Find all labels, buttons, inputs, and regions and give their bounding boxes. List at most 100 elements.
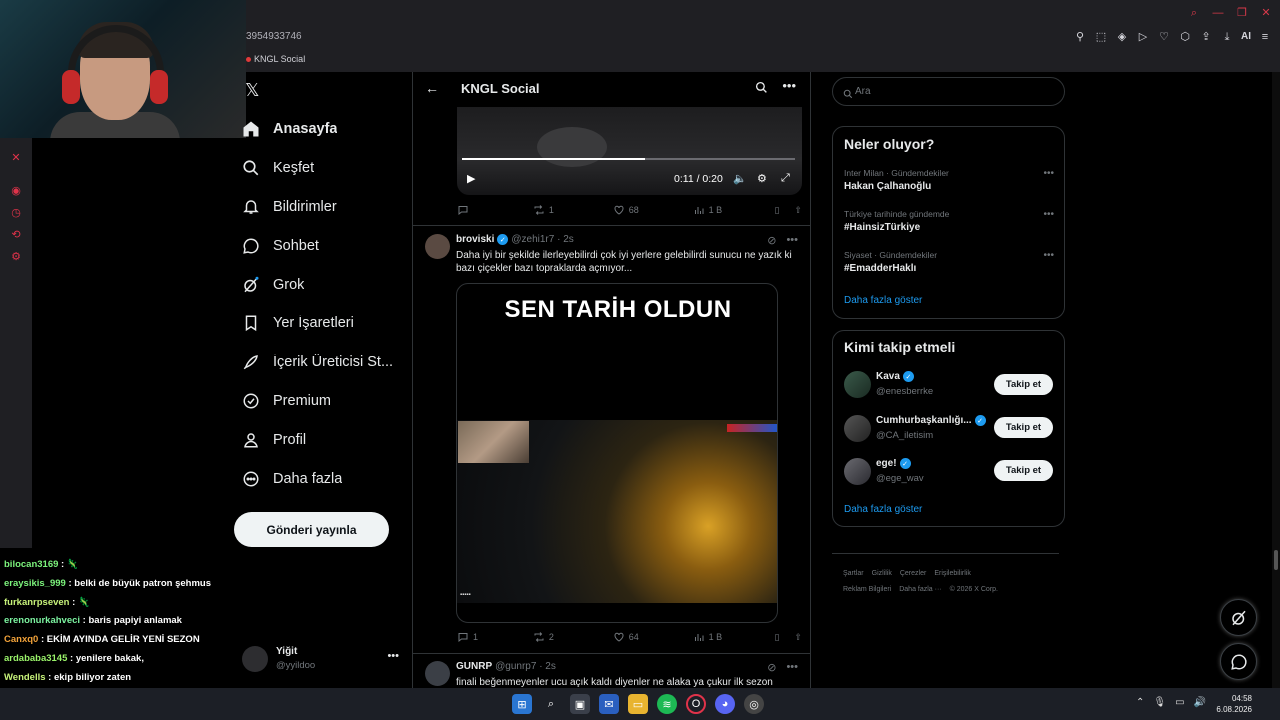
chevron-up-icon[interactable]: ⌃ — [1136, 697, 1144, 708]
active-tab[interactable]: KNGL Social — [246, 54, 305, 64]
minimize-icon[interactable]: — — [1212, 7, 1224, 19]
shield-icon[interactable]: ◈ — [1115, 30, 1129, 44]
footer-link[interactable]: Erişilebilirlik — [934, 570, 971, 577]
more-icon[interactable]: ••• — [786, 234, 798, 247]
footer-link[interactable]: Şartlar — [843, 570, 864, 577]
footer-link[interactable]: Reklam Bilgileri — [843, 586, 891, 593]
history-icon[interactable]: ◷ — [10, 207, 22, 219]
search-icon[interactable]: ⌕ — [541, 694, 561, 714]
footer-link[interactable]: Çerezler — [900, 570, 926, 577]
grok-icon[interactable]: ⊘ — [767, 234, 776, 247]
search-icon[interactable] — [755, 81, 768, 99]
like-button[interactable]: 68 — [613, 204, 693, 216]
video-player[interactable]: ▶ 0:11 / 0:20 🔈 ⚙ ⤢ — [457, 107, 802, 195]
reply-button[interactable] — [457, 204, 533, 216]
discord-icon[interactable]: ◕ — [715, 694, 735, 714]
account-switcher[interactable]: Yiğit @yyildoo ••• — [242, 644, 407, 674]
like-button[interactable]: 64 — [613, 631, 693, 643]
bookmark-icon[interactable]: ▯ — [775, 632, 795, 643]
footer-link[interactable]: Daha fazla ··· — [899, 586, 941, 593]
volume-icon[interactable]: 🔈 — [733, 172, 747, 185]
nav-item-explore[interactable]: Keşfet — [238, 149, 408, 188]
nav-item-home[interactable]: Anasayfa — [238, 110, 408, 149]
page-scrollbar[interactable] — [1272, 72, 1280, 688]
settings-icon[interactable]: ⚙ — [757, 172, 767, 185]
mic-icon[interactable]: 🎙 — [1153, 697, 1166, 708]
scrollbar-thumb[interactable] — [1274, 550, 1278, 570]
views-button[interactable]: 1 B — [693, 631, 775, 643]
follow-name[interactable]: ege! ✓ — [876, 458, 911, 469]
follow-button[interactable]: Takip et — [994, 460, 1053, 481]
taskbar-clock[interactable]: 04:58 6.08.2026 — [1214, 693, 1252, 715]
follow-name[interactable]: Kava ✓ — [876, 371, 914, 382]
nav-item-bookmarks[interactable]: Yer İşaretleri — [238, 304, 408, 343]
extensions-icon[interactable]: ⬡ — [1178, 30, 1192, 44]
follow-button[interactable]: Takip et — [994, 417, 1053, 438]
pin-icon[interactable]: ⚲ — [1073, 30, 1087, 44]
bookmark-icon[interactable]: ▯ — [775, 205, 795, 216]
share-icon[interactable]: ⇧ — [794, 632, 802, 643]
spotify-icon[interactable]: ≋ — [657, 694, 677, 714]
trend-item[interactable]: #HainsizTürkiye — [844, 222, 920, 233]
follow-name[interactable]: Cumhurbaşkanlığı... ✓ — [876, 415, 986, 426]
avatar[interactable] — [844, 415, 871, 442]
more-icon[interactable]: ••• — [1043, 168, 1054, 179]
outlook-icon[interactable]: ✉ — [599, 694, 619, 714]
opera-icon[interactable]: O — [686, 694, 706, 714]
trend-item[interactable]: #EmadderHaklı — [844, 263, 916, 274]
play-icon[interactable]: ▶ — [467, 172, 475, 185]
show-more-link[interactable]: Daha fazla göster — [844, 504, 922, 515]
fullscreen-icon[interactable]: ⤢ — [781, 172, 790, 185]
avatar[interactable] — [844, 458, 871, 485]
volume-icon[interactable]: 🔊 — [1194, 697, 1206, 708]
close-icon[interactable]: ✕ — [1260, 7, 1272, 19]
reply-button[interactable]: 1 — [457, 631, 533, 643]
avatar[interactable] — [425, 234, 450, 259]
more-icon[interactable]: ••• — [786, 661, 798, 674]
share-icon[interactable]: ⇪ — [1199, 30, 1213, 44]
avatar[interactable] — [844, 371, 871, 398]
flow-icon[interactable]: ⟲ — [10, 229, 22, 241]
heart-icon[interactable]: ♡ — [1157, 30, 1171, 44]
folder-icon[interactable]: ▭ — [628, 694, 648, 714]
store-icon[interactable]: ▣ — [570, 694, 590, 714]
x-logo-icon[interactable]: 𝕏 — [245, 80, 263, 100]
tweet-video[interactable]: SEN TARİH OLDUN ▪▪▪▪▪ — [456, 283, 778, 623]
grok-float-button[interactable] — [1220, 599, 1257, 636]
share-icon[interactable]: ⇧ — [794, 205, 802, 216]
ai-button[interactable]: AI — [1241, 30, 1251, 44]
windows-start-icon[interactable]: ⊞ — [512, 694, 532, 714]
nav-item-notifications[interactable]: Bildirimler — [238, 188, 408, 227]
address-bar[interactable]: 3954933746 — [246, 31, 302, 42]
views-button[interactable]: 1 B — [693, 204, 775, 216]
grok-icon[interactable]: ⊘ — [767, 661, 776, 674]
messages-float-button[interactable] — [1220, 643, 1257, 680]
x-icon[interactable]: ✕ — [10, 152, 22, 164]
more-icon[interactable]: ••• — [387, 650, 399, 662]
author-name[interactable]: broviski — [456, 234, 494, 245]
nav-item-grok[interactable]: Grok — [238, 265, 408, 304]
download-icon[interactable]: ⤓ — [1220, 30, 1234, 44]
snapshot-icon[interactable]: ⬚ — [1094, 30, 1108, 44]
display-icon[interactable]: ▭ — [1175, 697, 1184, 708]
back-arrow-icon[interactable]: ← — [425, 80, 439, 96]
play-icon[interactable]: ▷ — [1136, 30, 1150, 44]
repost-button[interactable]: 2 — [533, 631, 613, 643]
trend-item[interactable]: Hakan Çalhanoğlu — [844, 181, 931, 192]
more-icon[interactable]: ••• — [782, 78, 796, 93]
author-name[interactable]: GUNRP — [456, 661, 492, 672]
search-icon[interactable]: ⌕ — [1188, 7, 1200, 19]
more-icon[interactable]: ••• — [1043, 209, 1054, 220]
nav-item-more[interactable]: Daha fazla — [238, 459, 408, 498]
search-input[interactable]: Ara — [832, 77, 1065, 106]
nav-item-creator-studio[interactable]: İçerik Üreticisi St... — [238, 343, 408, 382]
nav-item-chat[interactable]: Sohbet — [238, 226, 408, 265]
post-button[interactable]: Gönderi yayınla — [234, 512, 389, 547]
footer-link[interactable]: Gizlilik — [872, 570, 892, 577]
restore-icon[interactable]: ❐ — [1236, 7, 1248, 19]
more-icon[interactable]: ••• — [1043, 250, 1054, 261]
avatar[interactable] — [425, 661, 450, 686]
show-more-link[interactable]: Daha fazla göster — [844, 295, 922, 306]
nav-item-premium[interactable]: Premium — [238, 382, 408, 421]
follow-button[interactable]: Takip et — [994, 374, 1053, 395]
